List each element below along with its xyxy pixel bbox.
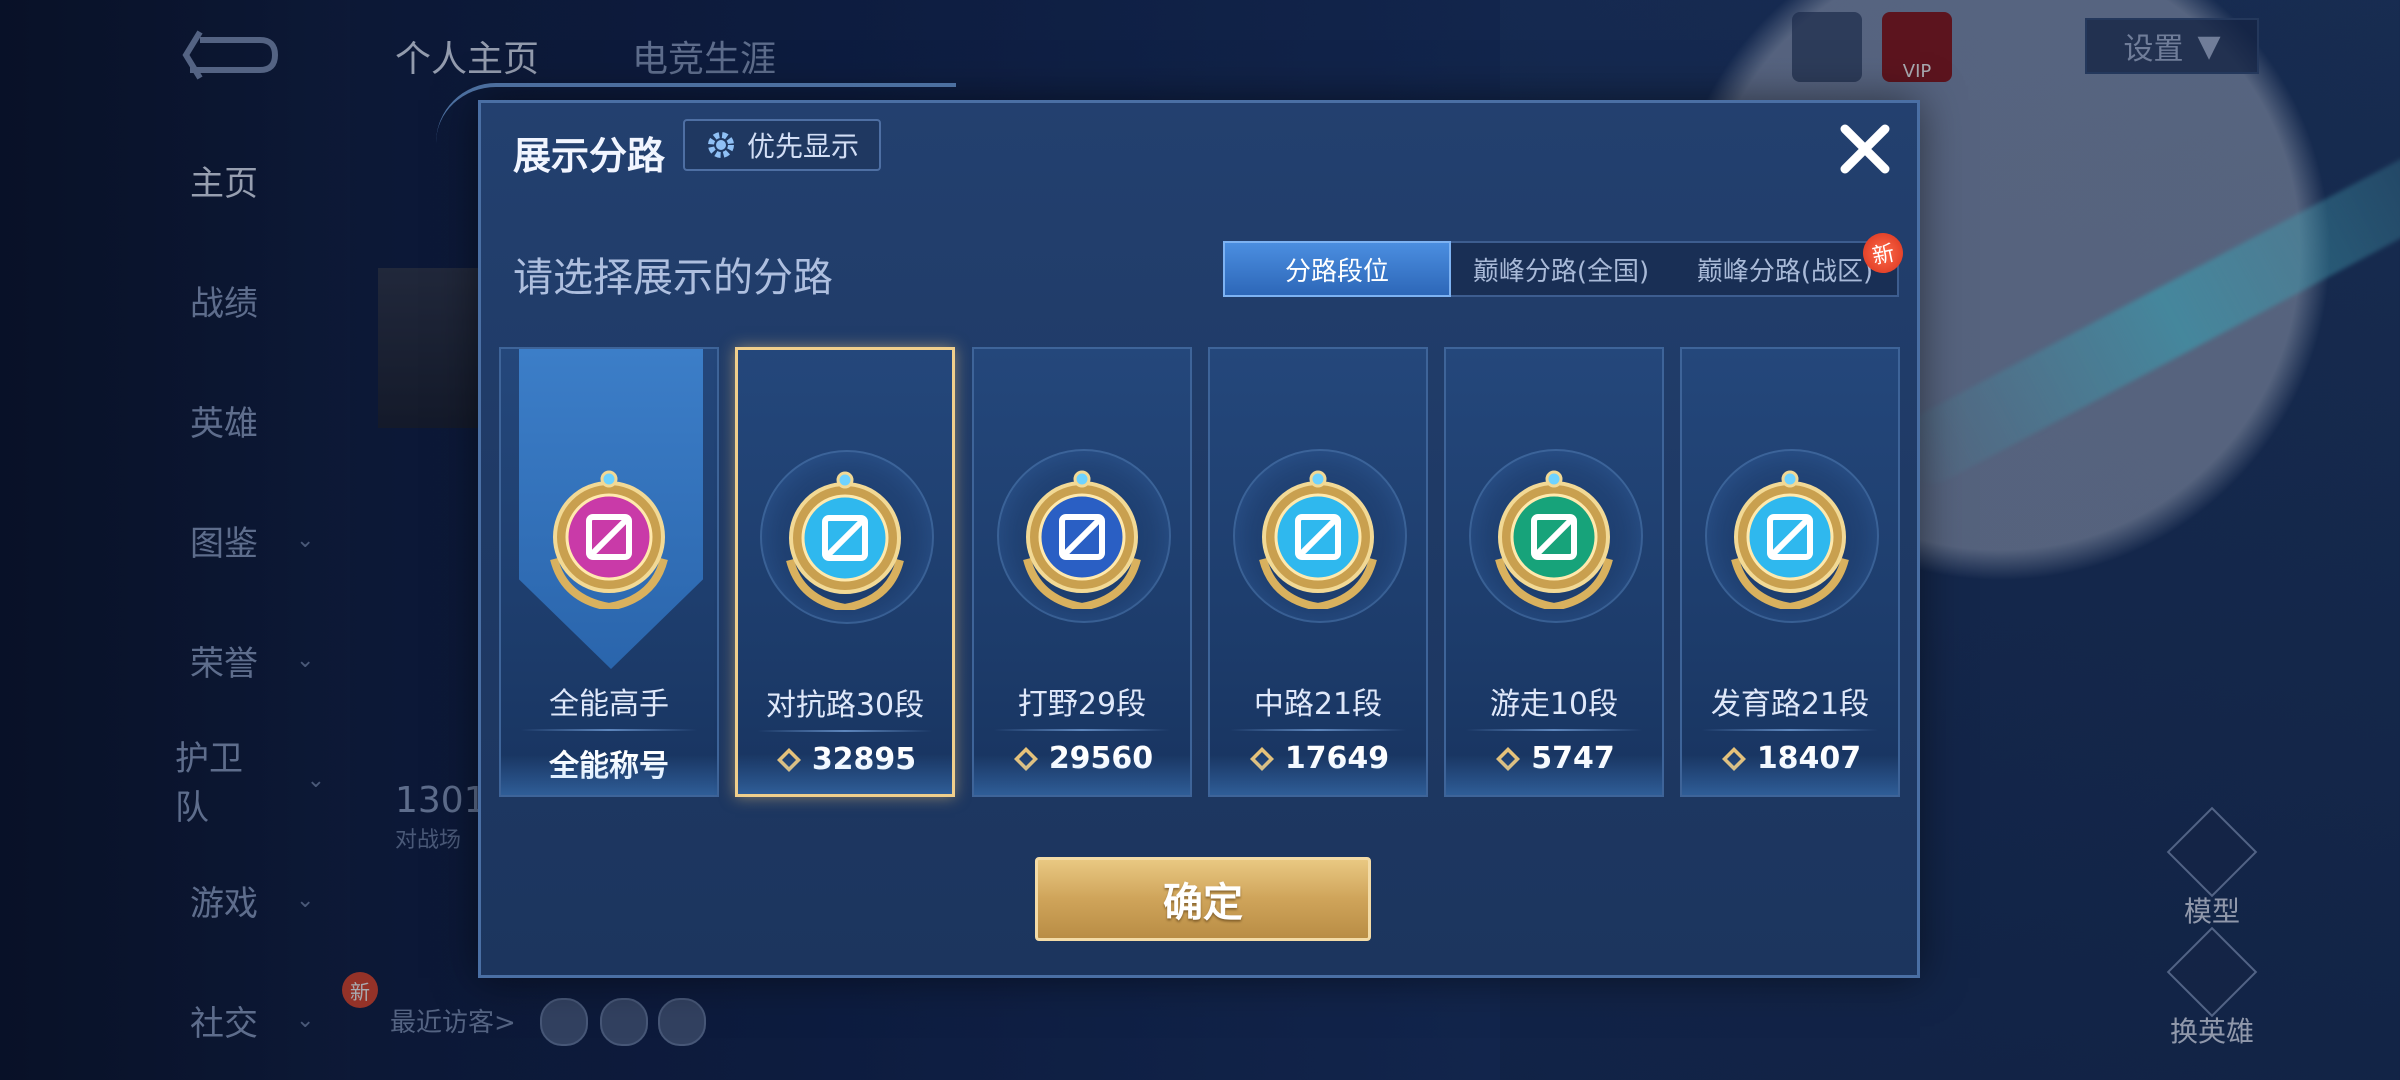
card-divider	[994, 729, 1170, 731]
tab-peak-lane-region-label: 巅峰分路(战区)	[1696, 256, 1874, 287]
farm-lane-badge-icon	[1731, 470, 1849, 609]
dialog-subtitle: 请选择展示的分路	[513, 255, 833, 301]
confirm-button[interactable]: 确定	[1035, 857, 1371, 941]
mid-lane-badge-icon	[1259, 470, 1377, 609]
card-glow	[1210, 755, 1426, 795]
tab-peak-lane-national[interactable]: 巅峰分路(全国)	[1449, 243, 1673, 295]
lane-type-tabs: 分路段位 巅峰分路(全国) 巅峰分路(战区) 新	[1223, 229, 1907, 297]
card-divider	[521, 729, 697, 731]
lane-card-name: 中路21段	[1253, 687, 1383, 722]
lane-card[interactable]: 游走10段5747	[1444, 347, 1664, 797]
lane-card[interactable]: 发育路21段18407	[1680, 347, 1900, 797]
clash-lane-badge-icon	[786, 471, 904, 610]
dialog-title: 展示分路	[513, 134, 666, 178]
lane-card-name: 发育路21段	[1710, 687, 1870, 722]
card-divider	[758, 730, 932, 732]
card-divider	[1230, 729, 1406, 731]
close-icon[interactable]	[1833, 117, 1897, 181]
lane-card-name: 全能高手	[549, 687, 669, 722]
priority-display-label: 优先显示	[746, 130, 859, 163]
card-glow	[738, 754, 952, 794]
lane-card-name: 游走10段	[1489, 687, 1619, 722]
lane-card[interactable]: 对抗路30段32895	[735, 347, 955, 797]
display-lane-dialog: 展示分路 优先显示 请选择展示的分路 分路段位 巅峰分路(全国) 巅峰分路(战区…	[436, 83, 1920, 978]
allround-badge-icon	[550, 470, 668, 609]
lane-card[interactable]: 打野29段29560	[972, 347, 1192, 797]
card-divider	[1702, 729, 1878, 731]
lane-card-name: 打野29段	[1017, 687, 1147, 722]
tab-peak-lane-region[interactable]: 巅峰分路(战区) 新	[1673, 229, 1907, 295]
lane-card[interactable]: 中路21段17649	[1208, 347, 1428, 797]
tab-lane-rank[interactable]: 分路段位	[1223, 241, 1451, 297]
jungle-badge-icon	[1023, 470, 1141, 609]
lane-card[interactable]: 全能高手全能称号	[499, 347, 719, 797]
card-glow	[501, 755, 717, 795]
card-divider	[1466, 729, 1642, 731]
card-glow	[1446, 755, 1662, 795]
lane-card-list: 全能高手全能称号对抗路30段32895打野29段29560中路21段17649游…	[499, 347, 1905, 797]
lane-card-name: 对抗路30段	[765, 688, 925, 723]
roam-badge-icon	[1495, 470, 1613, 609]
gear-icon	[707, 132, 734, 158]
priority-display-button[interactable]: 优先显示	[683, 119, 881, 171]
card-glow	[974, 755, 1190, 795]
card-glow	[1682, 755, 1898, 795]
